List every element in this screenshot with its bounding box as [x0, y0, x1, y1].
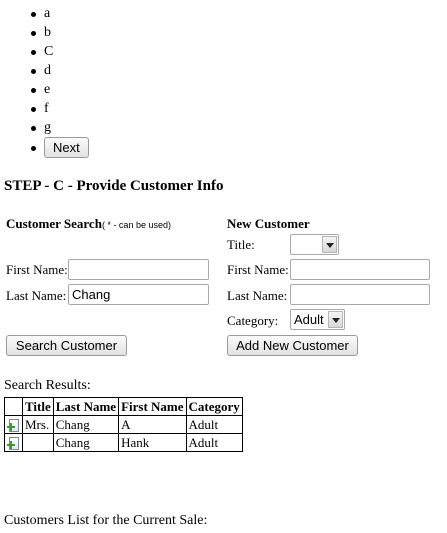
title-select[interactable]	[290, 234, 339, 255]
new-title-label: Title:	[227, 237, 255, 252]
add-document-icon[interactable]	[7, 419, 20, 433]
search-first-name-label: First Name:	[6, 262, 68, 277]
column-header-title: Title	[22, 397, 54, 416]
cell-title: Mrs.	[22, 414, 54, 435]
cell-category: Adult	[185, 433, 243, 453]
cell-last-name: Chang	[52, 433, 120, 453]
step-item: f	[31, 99, 89, 118]
new-first-name-label: First Name:	[227, 262, 289, 277]
column-header-first-name: First Name	[118, 397, 187, 416]
add-new-customer-button[interactable]: Add New Customer	[227, 335, 358, 356]
step-item: C	[31, 42, 89, 61]
step-item: d	[31, 61, 89, 80]
table-row: Chang Hank Adult	[4, 433, 243, 453]
customer-search-heading-text: Customer Search	[6, 216, 102, 231]
chevron-down-icon[interactable]	[328, 311, 343, 328]
cell-last-name: Chang	[52, 414, 120, 435]
search-last-name-input[interactable]: Chang	[68, 284, 209, 305]
table-row: Mrs. Chang A Adult	[4, 414, 243, 435]
customer-search-hint: ( * - can be used)	[101, 220, 171, 230]
step-item: e	[31, 80, 89, 99]
chevron-down-icon[interactable]	[322, 236, 337, 253]
search-last-name-label: Last Name:	[6, 288, 67, 303]
customers-list-label: Customers List for the Current Sale:	[4, 513, 208, 528]
table-header-row: Title Last Name First Name Category	[4, 397, 243, 416]
category-select-value: Adult	[294, 312, 324, 327]
step-item: b	[31, 23, 89, 42]
new-last-name-label: Last Name:	[227, 288, 288, 303]
cell-first-name: Hank	[118, 433, 187, 453]
new-first-name-input[interactable]	[290, 259, 430, 280]
row-action-cell	[4, 433, 23, 453]
cell-category: Adult	[185, 414, 243, 435]
add-document-icon[interactable]	[7, 437, 20, 451]
customer-search-heading: Customer Search( * - can be used)	[6, 216, 171, 232]
step-item-next: Next	[31, 137, 89, 159]
search-results-table: Title Last Name First Name Category Mrs.…	[4, 397, 243, 453]
search-customer-button[interactable]: Search Customer	[6, 335, 127, 356]
category-label: Category:	[227, 313, 279, 328]
column-header-last-name: Last Name	[52, 397, 120, 416]
new-customer-heading: New Customer	[227, 216, 310, 231]
step-item: a	[31, 4, 89, 23]
new-last-name-input[interactable]	[290, 284, 430, 305]
cell-title	[22, 433, 54, 453]
column-header-category: Category	[185, 397, 243, 416]
column-header-action	[4, 397, 23, 416]
step-item: g	[31, 118, 89, 137]
category-select[interactable]: Adult	[290, 309, 345, 330]
steps-list: a b C d e f g Next	[0, 4, 89, 159]
row-action-cell	[4, 414, 23, 435]
next-button[interactable]: Next	[44, 137, 89, 158]
search-first-name-input[interactable]	[68, 259, 209, 280]
cell-first-name: A	[118, 414, 187, 435]
search-results-label: Search Results:	[4, 378, 91, 393]
step-title: STEP - C - Provide Customer Info	[4, 178, 224, 194]
